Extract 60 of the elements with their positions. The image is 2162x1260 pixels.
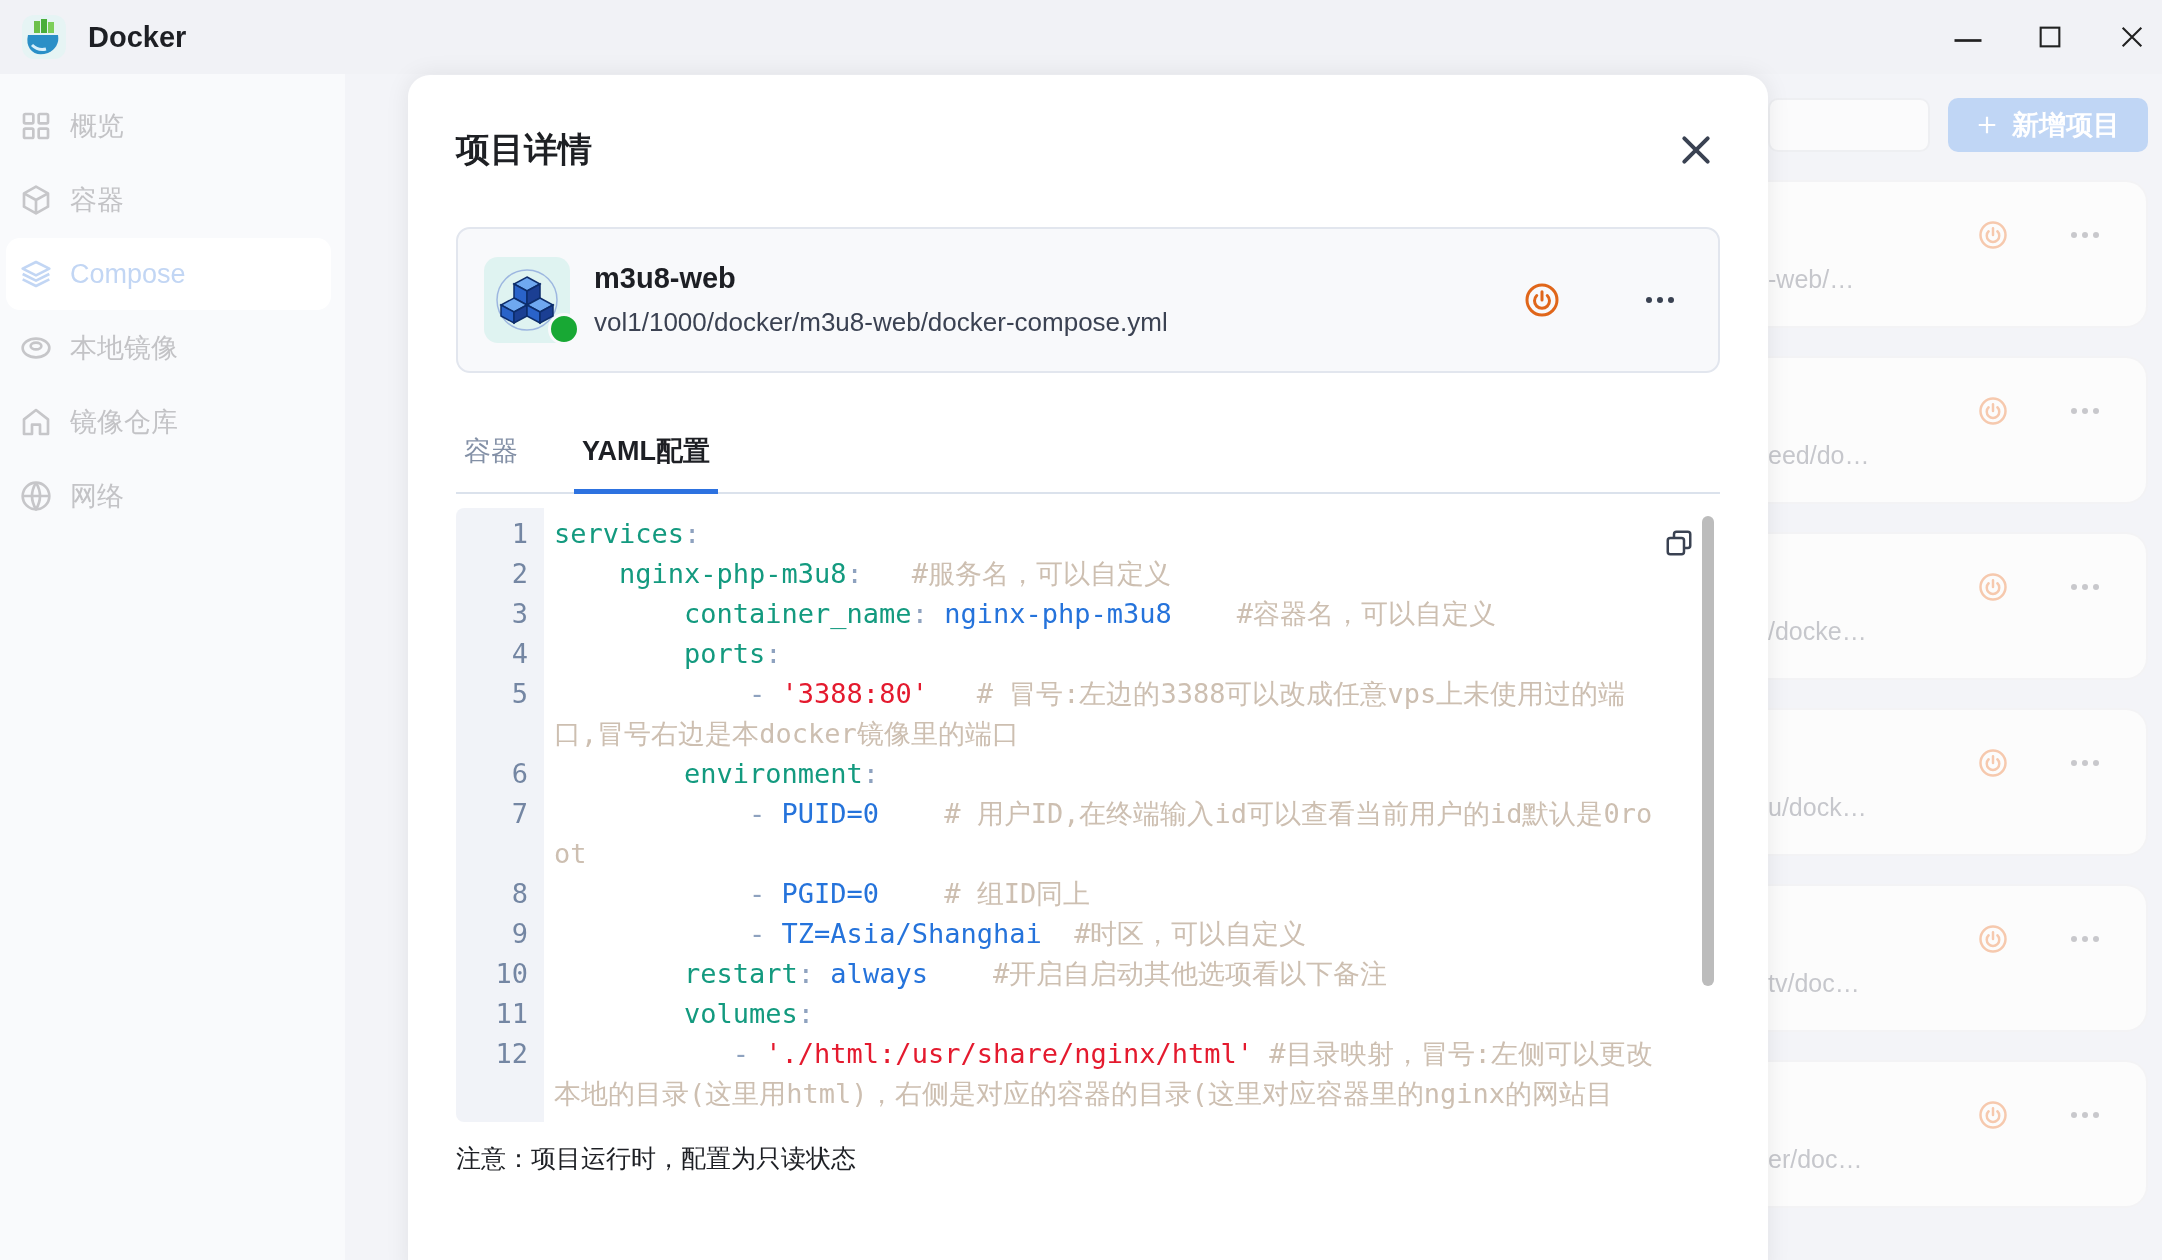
code-line: ports: [683,637,783,671]
more-icon [2070,230,2100,240]
code-line: - PUID=0 # 用户ID,在终端输入id可以查看当前用户的id默认是0root [554,797,1654,871]
line-number: 7 [510,797,529,831]
line-number: 12 [494,1037,529,1071]
more-icon [2070,758,2100,768]
globe-icon [20,480,52,512]
grid-icon [20,110,52,142]
line-number: 5 [510,677,529,711]
scrollbar[interactable] [1702,516,1714,986]
more-icon [1645,294,1675,305]
tab[interactable]: YAML配置 [574,433,718,494]
add-project-button[interactable]: 新增项目 [1948,98,2148,152]
code-line: nginx-php-m3u8: #服务名，可以自定义 [618,557,1172,591]
more-icon [2070,406,2100,416]
power-icon [1978,572,2008,602]
code-line: volumes: [683,997,816,1031]
code-line: - TZ=Asia/Shanghai #时区，可以自定义 [748,917,1308,951]
line-number: 3 [510,597,529,631]
code-line: environment: [683,757,881,791]
sidebar-item[interactable]: Compose [6,238,331,310]
more-icon [2070,582,2100,592]
read-only-note: 注意：项目运行时，配置为只读状态 [456,1143,857,1174]
line-number: 10 [494,957,529,991]
app-title: Docker [88,20,188,54]
search-field[interactable] [1768,98,1930,152]
power-icon [1524,282,1560,318]
line-number: 1 [510,517,529,551]
code-line: container_name: nginx-php-m3u8 #容器名，可以自定义 [683,597,1497,631]
power-icon [1978,1100,2008,1130]
power-icon [1978,748,2008,778]
cube-icon [20,184,52,216]
more-icon [2070,934,2100,944]
project-name: m3u8-web [594,262,737,295]
line-number: 8 [510,877,529,911]
code-line: restart: always #开启自启动其他选项看以下备注 [683,957,1389,991]
layers-icon [20,258,52,290]
line-number: 6 [510,757,529,791]
power-icon [1978,396,2008,426]
project-path: vol1/1000/docker/m3u8-web/docker-compose.yml [594,307,1169,338]
code-line: - '3388:80' # 冒号:左边的3388可以改成任意vps上未使用过的端口,冒号右边是本docker镜像里的端口 [554,677,1627,751]
power-icon [1978,924,2008,954]
line-number: 11 [494,997,529,1031]
minimize-icon [1954,38,1982,42]
power-icon [1978,220,2008,250]
dialog-title: 项目详情 [456,129,592,170]
plus-icon [1976,114,1998,136]
line-number: 9 [510,917,529,951]
line-number: 4 [510,637,529,671]
more-icon [2070,1110,2100,1120]
copy-icon[interactable] [1664,528,1694,558]
line-number: 2 [510,557,529,591]
power-button[interactable] [1524,282,1560,318]
tab[interactable]: 容器 [464,433,526,494]
code-line: - './html:/usr/share/nginx/html' #目录映射，冒号:左侧可以更改本地的目录(这里用html)，右侧是对应的容器的目录(这里对应容器里的nginx的网站目 [554,1037,1654,1111]
code-line: services: [554,517,702,551]
house-icon [20,406,52,438]
whale-logo-icon [20,13,68,61]
code-line: - PGID=0 # 组ID同上 [748,877,1092,911]
cubes-icon [484,257,570,343]
